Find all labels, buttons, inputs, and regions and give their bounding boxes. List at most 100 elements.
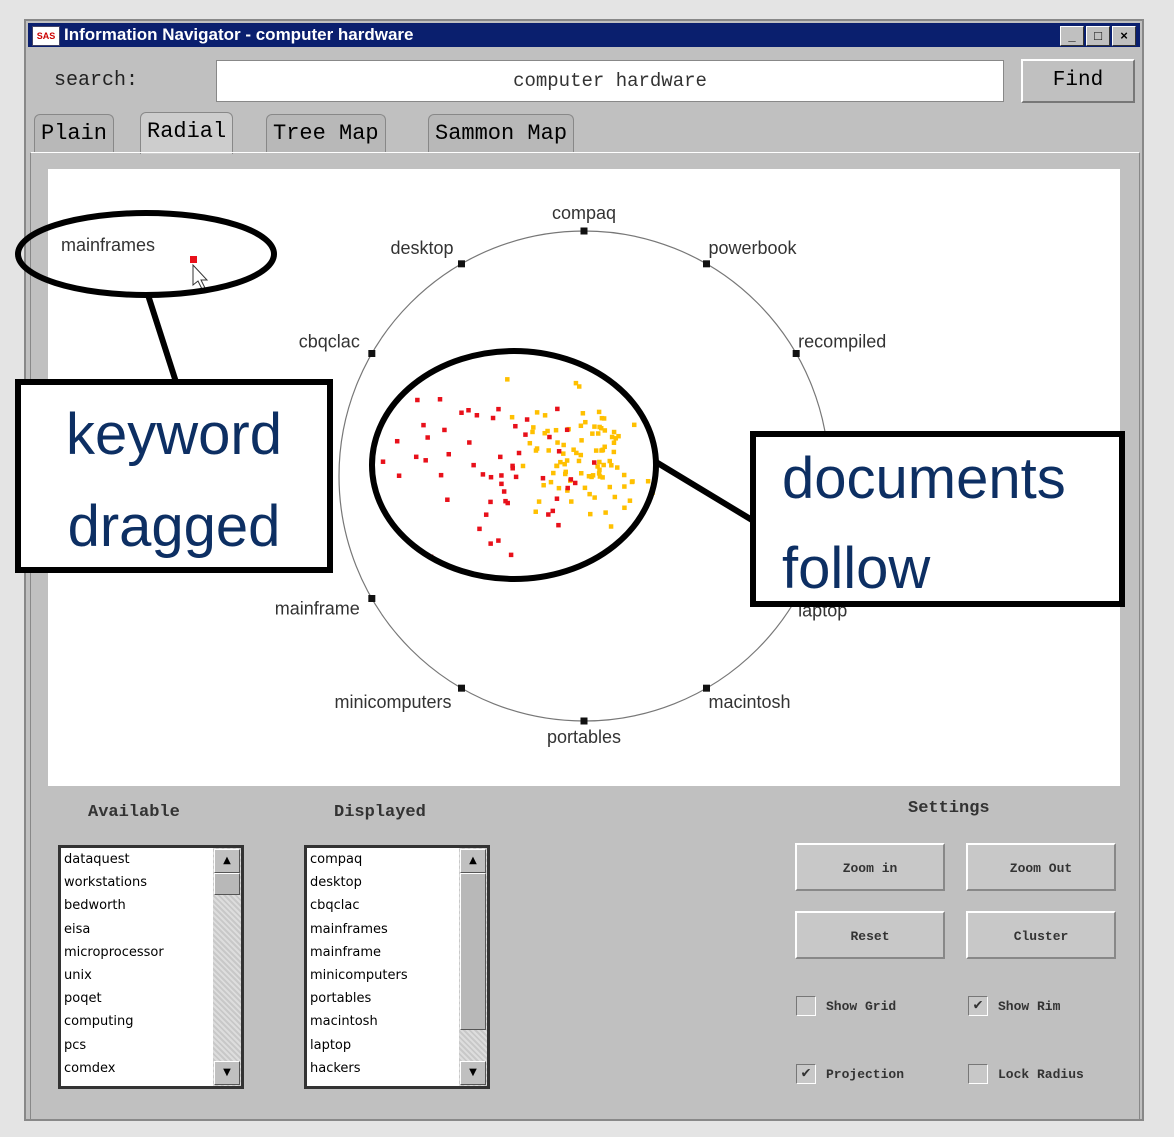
document-dot[interactable]: [527, 440, 533, 446]
dragged-keyword-label[interactable]: mainframes: [61, 235, 155, 255]
document-dot[interactable]: [546, 448, 551, 453]
document-dot[interactable]: [573, 380, 579, 386]
document-dot[interactable]: [590, 473, 596, 478]
document-dot[interactable]: [572, 480, 578, 486]
keyword-label[interactable]: mainframe: [275, 599, 360, 619]
document-dot[interactable]: [576, 458, 582, 464]
document-dot[interactable]: [496, 406, 501, 412]
document-dot[interactable]: [442, 427, 447, 433]
document-dot[interactable]: [564, 427, 570, 433]
document-dot[interactable]: [480, 472, 486, 477]
document-dot[interactable]: [555, 440, 560, 445]
document-dot[interactable]: [499, 473, 504, 478]
keyword-label[interactable]: minicomputers: [334, 692, 451, 712]
keyword-node[interactable]: [580, 717, 588, 725]
dragged-keyword-node[interactable]: [190, 256, 197, 263]
document-dot[interactable]: [612, 494, 618, 500]
document-dot[interactable]: [571, 447, 576, 452]
document-dot[interactable]: [466, 407, 471, 413]
document-dot[interactable]: [583, 419, 588, 425]
document-dot[interactable]: [471, 462, 476, 468]
document-dot[interactable]: [548, 479, 554, 485]
document-dot[interactable]: [553, 427, 559, 433]
document-dot[interactable]: [600, 475, 605, 480]
document-dot[interactable]: [542, 413, 548, 418]
document-dot[interactable]: [421, 422, 426, 428]
document-dot[interactable]: [561, 451, 566, 456]
document-dot[interactable]: [593, 448, 599, 453]
document-dot[interactable]: [556, 485, 562, 491]
document-dot[interactable]: [546, 512, 551, 517]
document-dot[interactable]: [508, 552, 514, 558]
document-dot[interactable]: [568, 477, 574, 482]
document-dot[interactable]: [602, 428, 608, 433]
document-dot[interactable]: [622, 505, 627, 511]
keyword-label[interactable]: macintosh: [709, 692, 791, 712]
document-dot[interactable]: [423, 458, 428, 463]
document-dot[interactable]: [591, 460, 597, 465]
document-dot[interactable]: [580, 411, 586, 416]
document-dot[interactable]: [541, 482, 546, 488]
document-dot[interactable]: [627, 498, 633, 503]
document-dot[interactable]: [588, 511, 593, 517]
document-dot[interactable]: [488, 541, 493, 546]
document-dot[interactable]: [498, 454, 503, 460]
document-dot[interactable]: [601, 416, 607, 421]
keyword-node[interactable]: [703, 684, 710, 692]
document-dot[interactable]: [645, 478, 651, 484]
document-dot[interactable]: [555, 406, 560, 412]
document-dot[interactable]: [533, 509, 538, 514]
document-dot[interactable]: [477, 526, 482, 532]
document-dot[interactable]: [607, 484, 613, 490]
document-dot[interactable]: [599, 448, 604, 453]
document-dot[interactable]: [597, 424, 602, 430]
document-dot[interactable]: [459, 410, 464, 415]
document-dot[interactable]: [551, 470, 556, 476]
document-dot[interactable]: [415, 397, 420, 403]
document-dot[interactable]: [496, 538, 501, 543]
document-dot[interactable]: [534, 446, 540, 451]
keyword-node[interactable]: [368, 350, 376, 357]
document-dot[interactable]: [609, 463, 614, 468]
document-dot[interactable]: [596, 409, 602, 415]
document-dot[interactable]: [531, 425, 536, 430]
document-dot[interactable]: [554, 463, 560, 469]
document-dot[interactable]: [611, 440, 617, 445]
document-dot[interactable]: [569, 499, 574, 504]
document-dot[interactable]: [556, 522, 561, 528]
document-dot[interactable]: [445, 497, 450, 502]
document-dot[interactable]: [565, 485, 570, 491]
document-dot[interactable]: [516, 450, 522, 456]
keyword-node[interactable]: [458, 684, 465, 692]
document-dot[interactable]: [513, 423, 518, 429]
document-dot[interactable]: [556, 449, 562, 454]
document-dot[interactable]: [510, 463, 515, 469]
keyword-label[interactable]: compaq: [552, 203, 616, 223]
document-dot[interactable]: [630, 479, 635, 484]
document-dot[interactable]: [613, 436, 619, 441]
document-dot[interactable]: [438, 472, 444, 478]
document-dot[interactable]: [503, 498, 508, 504]
document-dot[interactable]: [611, 429, 617, 435]
document-dot[interactable]: [483, 512, 489, 517]
document-dot[interactable]: [608, 524, 614, 529]
document-dot[interactable]: [534, 410, 540, 415]
document-dot[interactable]: [474, 412, 480, 418]
document-dot[interactable]: [611, 449, 617, 455]
keyword-node[interactable]: [580, 227, 588, 235]
document-dot[interactable]: [488, 474, 494, 480]
document-dot[interactable]: [592, 424, 597, 429]
document-dot[interactable]: [578, 423, 584, 429]
document-dot[interactable]: [578, 471, 584, 476]
document-dot[interactable]: [547, 434, 552, 440]
document-dot[interactable]: [488, 499, 493, 505]
document-dot[interactable]: [425, 435, 430, 440]
document-dot[interactable]: [601, 462, 606, 468]
document-dot[interactable]: [513, 474, 519, 480]
document-dot[interactable]: [564, 458, 570, 463]
document-dot[interactable]: [550, 508, 556, 514]
document-dot[interactable]: [586, 473, 592, 479]
document-dot[interactable]: [536, 499, 542, 504]
keyword-label[interactable]: powerbook: [709, 238, 798, 258]
document-dot[interactable]: [413, 454, 419, 460]
